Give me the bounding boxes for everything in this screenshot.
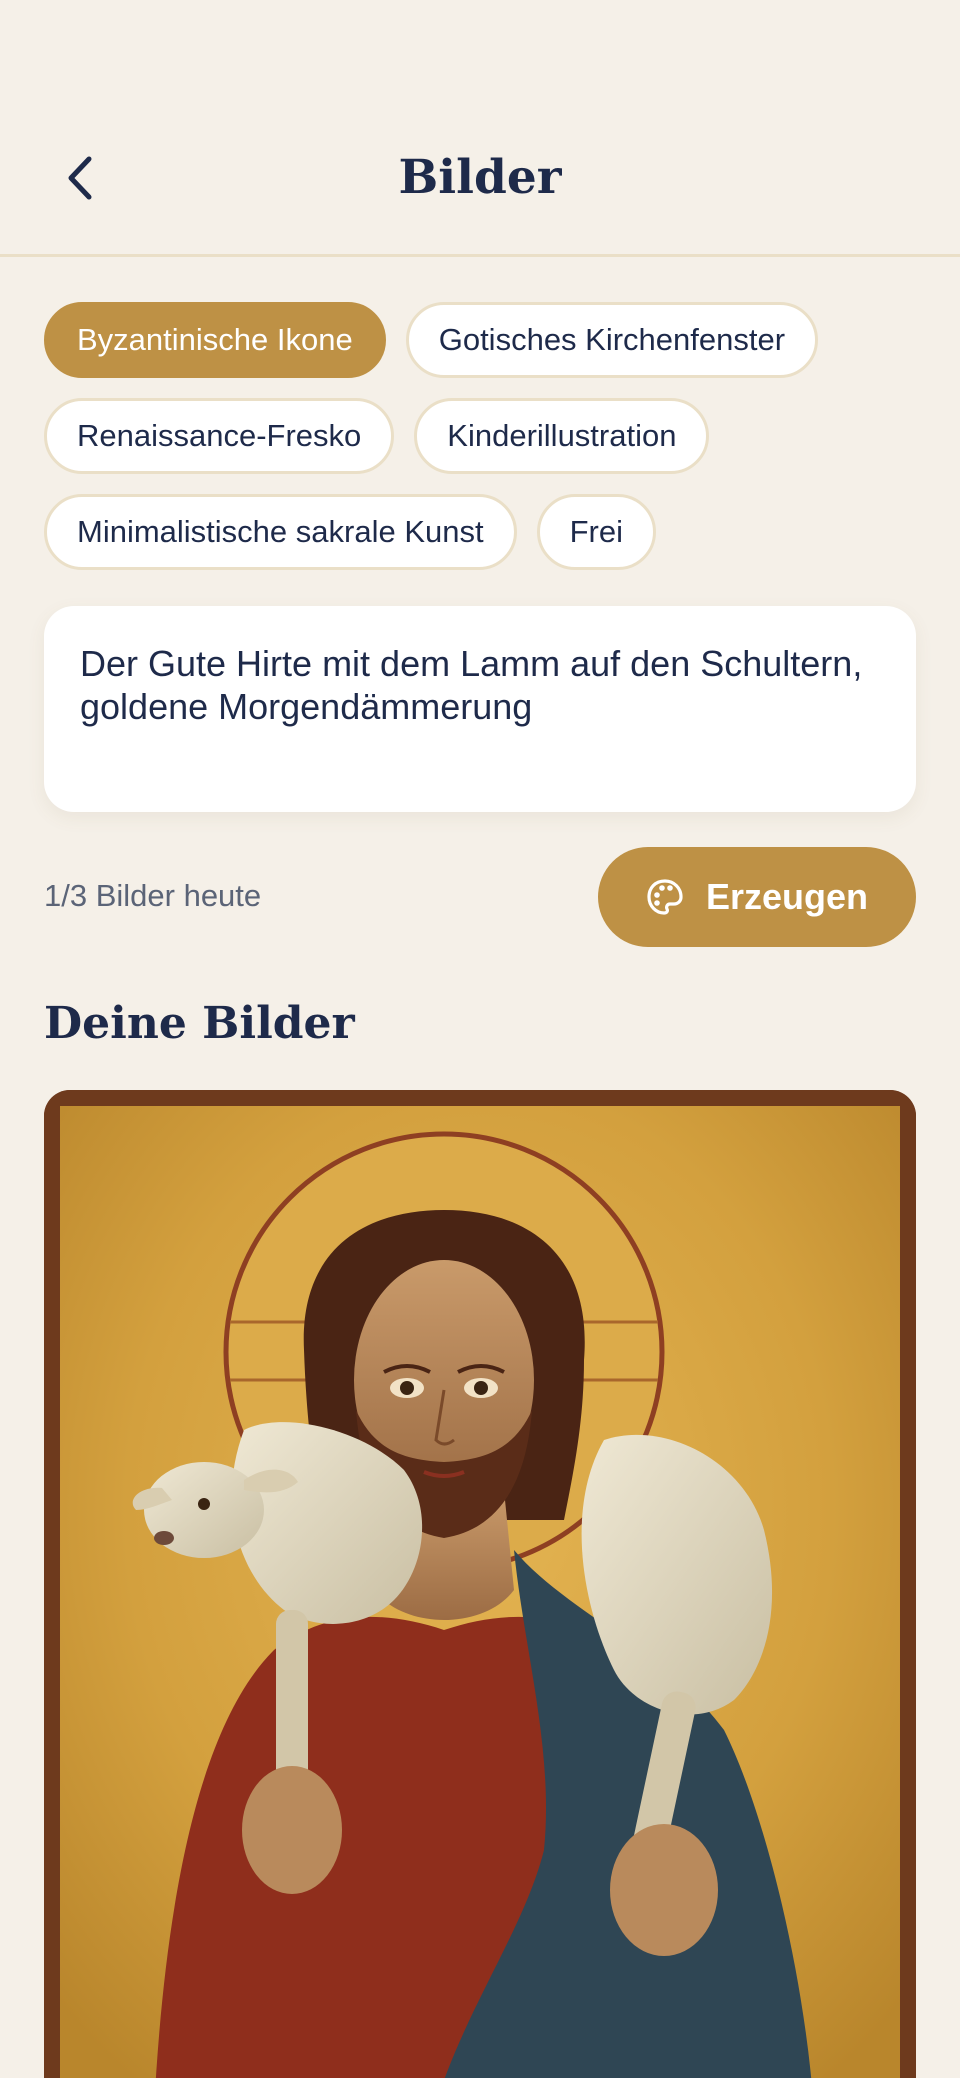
- generate-button[interactable]: Erzeugen: [598, 847, 916, 947]
- style-chip-free[interactable]: Frei: [536, 494, 656, 570]
- prompt-input-text[interactable]: Der Gute Hirte mit dem Lamm auf den Schu…: [80, 642, 880, 728]
- page-title: Bilder: [398, 150, 562, 205]
- prompt-input[interactable]: Der Gute Hirte mit dem Lamm auf den Schu…: [44, 606, 916, 812]
- generated-image-good-shepherd[interactable]: [44, 1090, 916, 2078]
- palette-icon: [646, 878, 684, 916]
- header-bar: Bilder: [0, 0, 960, 257]
- style-chip-gothic-window[interactable]: Gotisches Kirchenfenster: [405, 302, 819, 378]
- style-chip-children-illustration[interactable]: Kinderillustration: [414, 398, 710, 474]
- style-chip-minimalist-sacred-art[interactable]: Minimalistische sakrale Kunst: [44, 494, 517, 570]
- generate-button-label: Erzeugen: [705, 876, 869, 917]
- gallery-title: Deine Bilder: [44, 998, 355, 1049]
- style-chip-renaissance-fresco[interactable]: Renaissance-Fresko: [44, 398, 395, 474]
- daily-quota-text: 1/3 Bilder heute: [44, 878, 262, 913]
- style-chip-byzantine-icon[interactable]: Byzantinische Ikone: [44, 302, 386, 378]
- style-chip-list: Byzantinische Ikone Gotisches Kirchenfen…: [44, 302, 924, 570]
- icon-painting-illustration: [44, 1090, 916, 2078]
- app-root: Bilder Byzantinische Ikone Gotisches Kir…: [0, 0, 960, 2078]
